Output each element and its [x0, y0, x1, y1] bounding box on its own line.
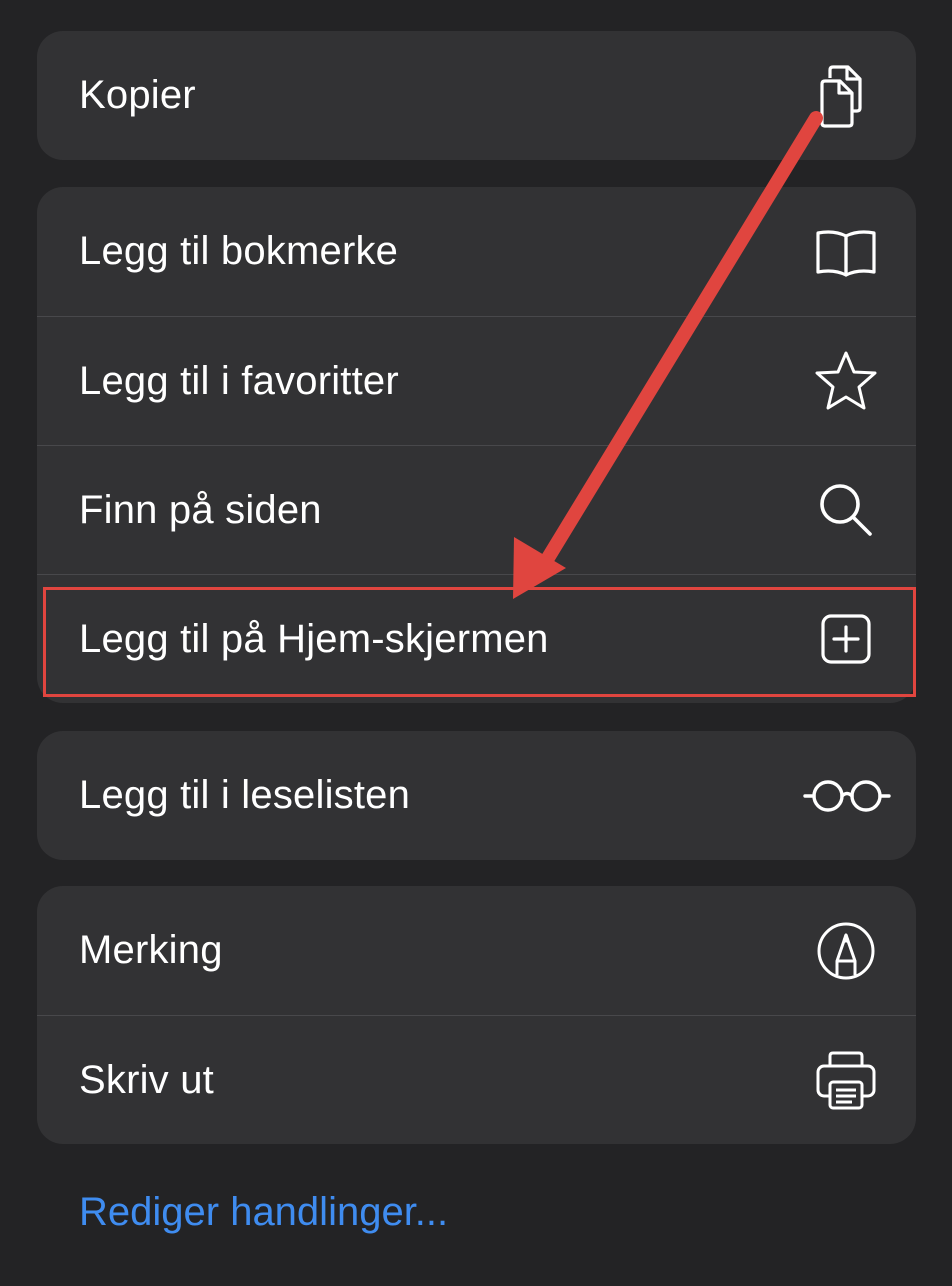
menu-item-print[interactable]: Skriv ut [37, 1015, 916, 1144]
printer-icon [814, 1048, 878, 1112]
menu-item-label: Legg til i favoritter [79, 358, 399, 403]
menu-item-label: Merking [79, 928, 223, 972]
star-icon [814, 349, 878, 413]
add-square-icon [814, 607, 878, 671]
menu-group-markup-print: Merking Skriv ut [37, 886, 916, 1144]
menu-group-page-actions: Legg til bokmerke Legg til i favoritter … [37, 187, 916, 703]
book-icon [814, 220, 878, 284]
menu-item-add-to-home-screen[interactable]: Legg til på Hjem-skjermen [37, 574, 916, 703]
markup-icon [814, 919, 878, 983]
menu-item-find-on-page[interactable]: Finn på siden [37, 445, 916, 574]
glasses-icon [802, 764, 892, 828]
menu-group-copy: Kopier [37, 31, 916, 160]
menu-item-label: Legg til på Hjem-skjermen [79, 616, 549, 661]
copy-icon [814, 64, 878, 128]
menu-item-label: Legg til bokmerke [79, 229, 399, 273]
menu-item-label: Skriv ut [79, 1057, 214, 1102]
edit-actions-link[interactable]: Rediger handlinger... [79, 1190, 448, 1235]
menu-item-label: Legg til i leselisten [79, 773, 411, 817]
menu-item-add-reading-list[interactable]: Legg til i leselisten [37, 731, 916, 860]
menu-item-label: Finn på siden [79, 487, 322, 532]
menu-item-label: Kopier [79, 73, 196, 117]
menu-item-add-favorites[interactable]: Legg til i favoritter [37, 316, 916, 445]
menu-item-markup[interactable]: Merking [37, 886, 916, 1015]
search-icon [814, 478, 878, 542]
menu-item-copy[interactable]: Kopier [37, 31, 916, 160]
menu-group-reading-list: Legg til i leselisten [37, 731, 916, 860]
menu-item-add-bookmark[interactable]: Legg til bokmerke [37, 187, 916, 316]
